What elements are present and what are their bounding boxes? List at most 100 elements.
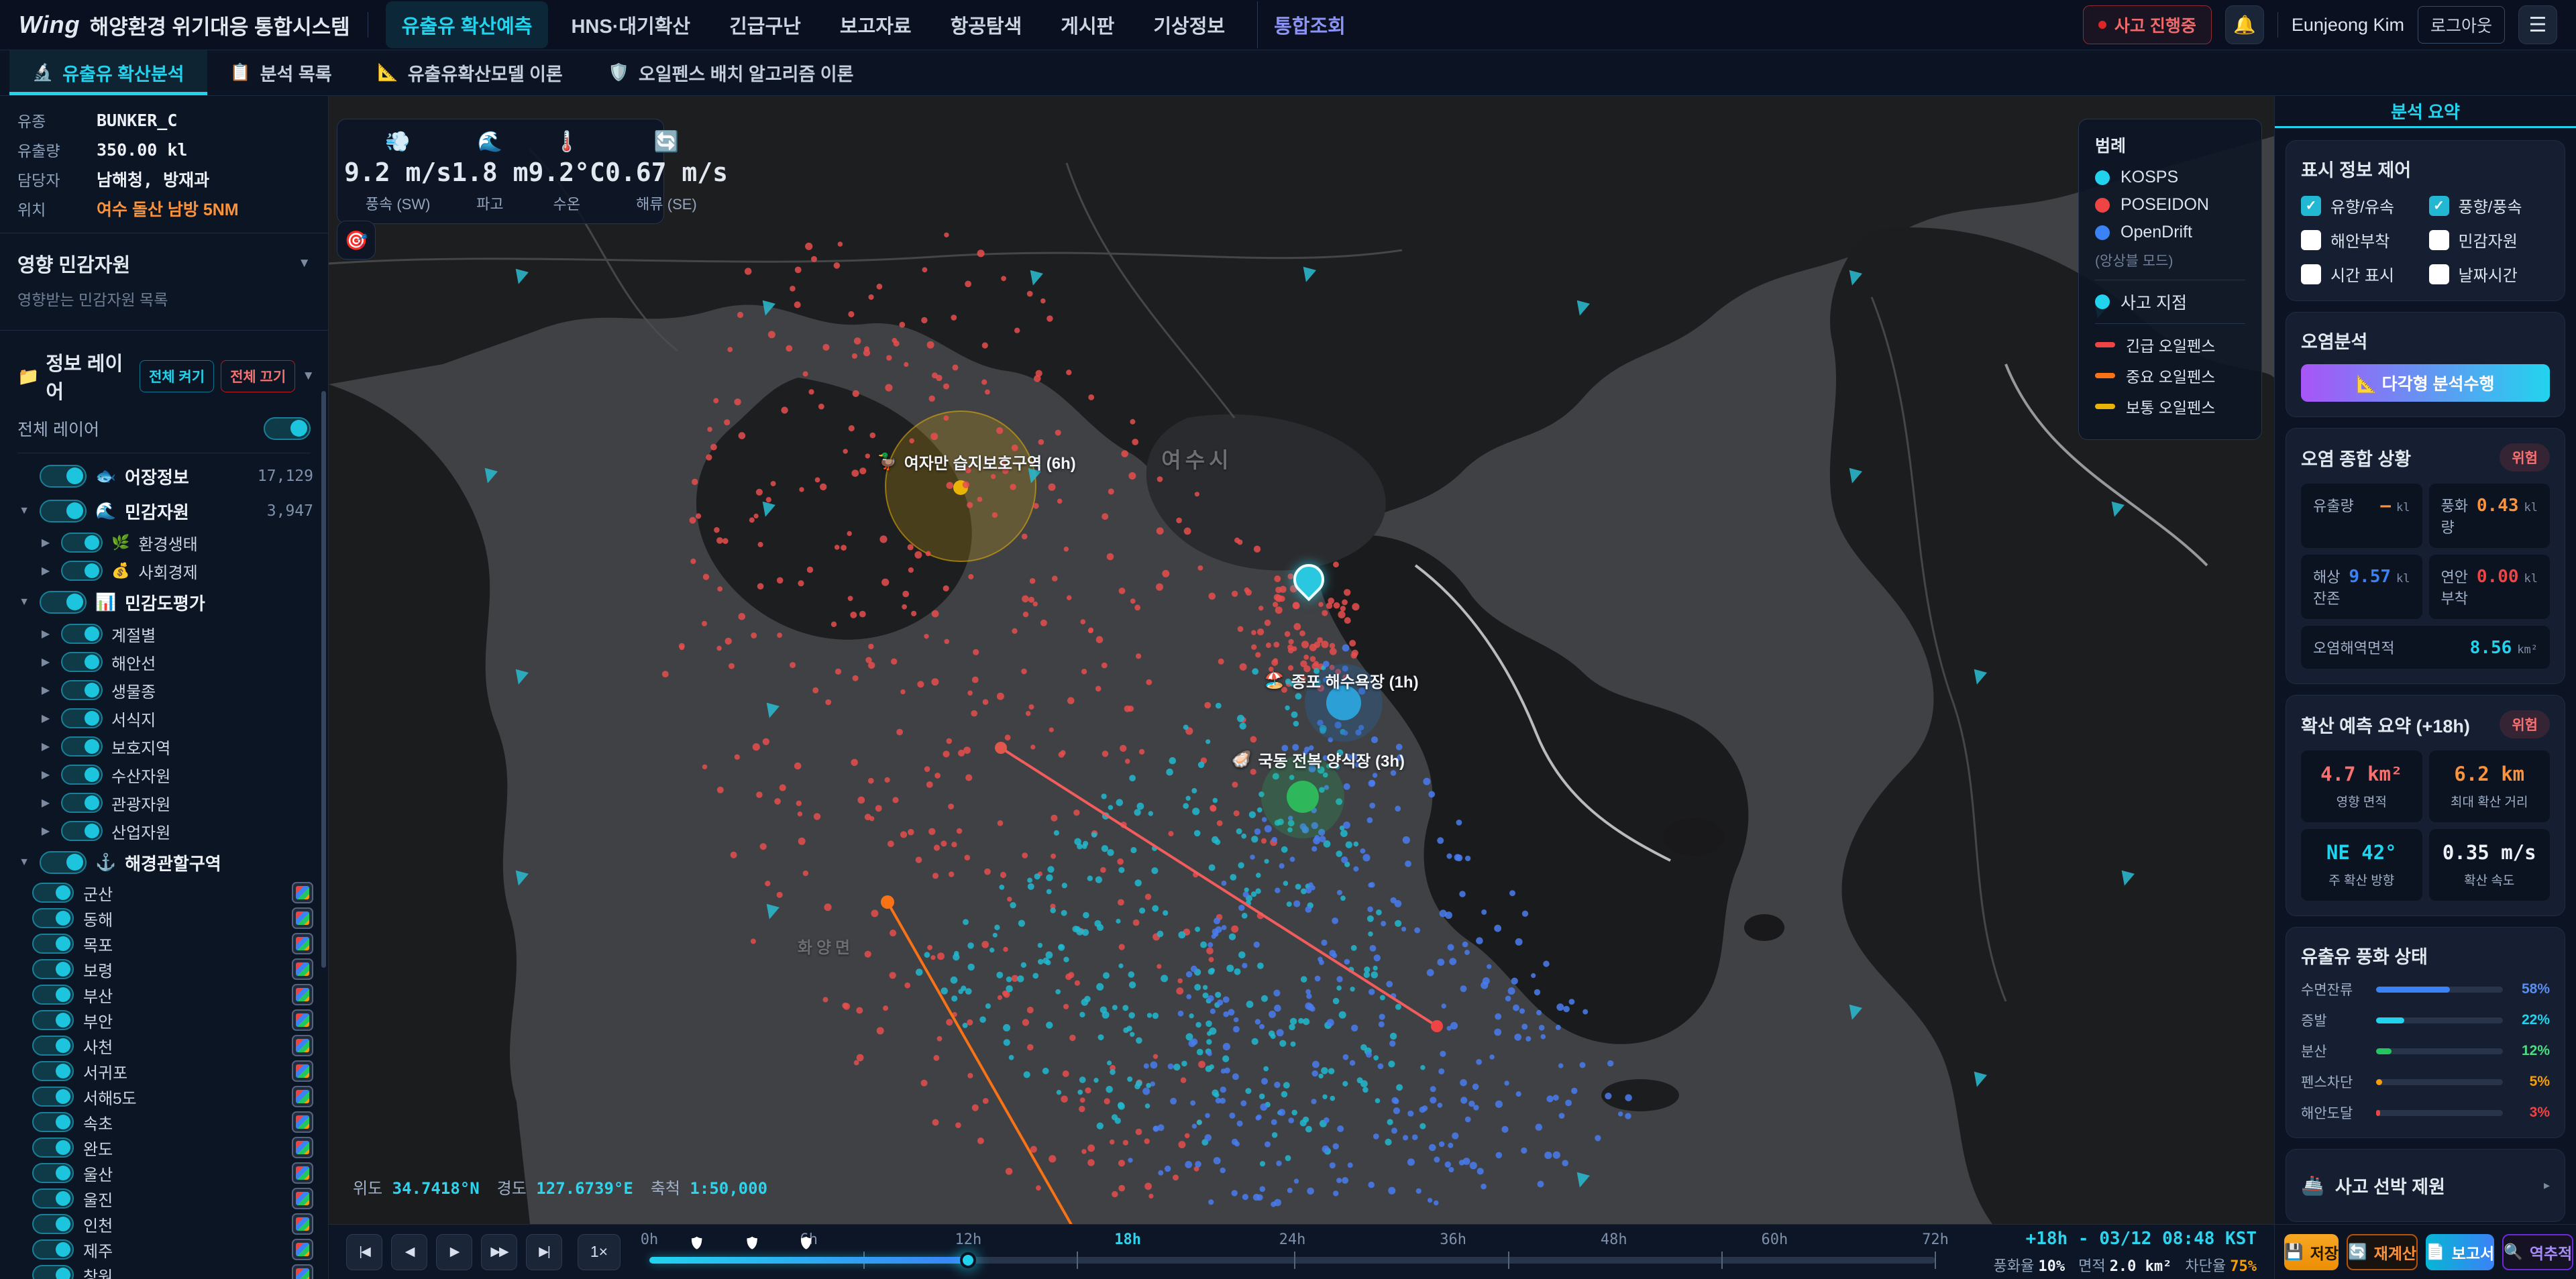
station-style-button[interactable] <box>292 984 313 1005</box>
layer-child-2-5[interactable]: ▶수산자원 <box>9 761 313 789</box>
layer-child-2-4[interactable]: ▶보호지역 <box>9 732 313 761</box>
layer-group-1[interactable]: ▼🌊민감자원3,947 <box>9 494 313 529</box>
nav-tab-5[interactable]: 게시판 <box>1044 1 1130 48</box>
nav-tab-4[interactable]: 항공탐색 <box>934 1 1038 48</box>
sensitive-resources-section[interactable]: 영향 민감자원 ▼ <box>0 243 328 284</box>
layer-child-2-3[interactable]: ▶서식지 <box>9 704 313 732</box>
playback-button-3[interactable]: ▶▶ <box>481 1234 517 1270</box>
nav-tab-0[interactable]: 유출유 확산예측 <box>386 1 549 48</box>
playback-button-2[interactable]: ▶ <box>436 1234 472 1270</box>
layer-child-1-1[interactable]: ▶💰사회경제 <box>9 557 313 585</box>
all-layers-off-button[interactable]: 전체 끄기 <box>221 360 295 392</box>
station-toggle[interactable] <box>32 908 74 928</box>
layer-toggle[interactable] <box>61 624 103 644</box>
layer-child-2-0[interactable]: ▶계절별 <box>9 620 313 648</box>
timeline-thumb[interactable] <box>960 1252 976 1268</box>
timeline-slider[interactable]: 0h6h12h18h24h36h48h60h72h🛡️🛡️🛡️ <box>649 1225 1935 1279</box>
action-save-button[interactable]: 💾저장 <box>2284 1234 2339 1270</box>
menu-button[interactable]: ☰ <box>2518 5 2557 44</box>
map-area[interactable]: 💨9.2 m/s풍속 (SW)🌊1.8 m파고🌡️9.2°C수온🔄0.67 m/… <box>329 96 2274 1224</box>
nav-tab-7[interactable]: 통합조회 <box>1257 1 1362 48</box>
layer-toggle[interactable] <box>61 708 103 728</box>
station-toggle[interactable] <box>32 1137 74 1158</box>
layer-toggle[interactable] <box>40 465 87 488</box>
station-style-button[interactable] <box>292 1213 313 1235</box>
checkbox[interactable]: ✓ <box>2301 196 2321 216</box>
station-toggle[interactable] <box>32 1010 74 1030</box>
master-layer-toggle[interactable] <box>264 417 311 440</box>
layer-toggle[interactable] <box>61 652 103 672</box>
nav-tab-3[interactable]: 보고자료 <box>824 1 928 48</box>
station-toggle[interactable] <box>32 1087 74 1107</box>
station-toggle[interactable] <box>32 1112 74 1132</box>
display-check-2[interactable]: 해안부착 <box>2301 228 2422 252</box>
subtab-1[interactable]: 📋분석 목록 <box>207 50 355 95</box>
nav-tab-1[interactable]: HNS·대기확산 <box>555 1 706 48</box>
station-toggle[interactable] <box>32 883 74 903</box>
action-backtrack-button[interactable]: 🔍역추적 <box>2502 1234 2573 1270</box>
station-style-button[interactable] <box>292 933 313 954</box>
playback-button-0[interactable]: |◀ <box>346 1234 382 1270</box>
display-check-3[interactable]: 민감자원 <box>2429 228 2551 252</box>
layer-toggle[interactable] <box>61 821 103 841</box>
layer-toggle[interactable] <box>40 500 87 522</box>
layer-child-1-0[interactable]: ▶🌿환경생태 <box>9 529 313 557</box>
layer-toggle[interactable] <box>61 533 103 553</box>
station-toggle[interactable] <box>32 1214 74 1234</box>
layer-toggle[interactable] <box>40 591 87 614</box>
checkbox[interactable] <box>2301 230 2321 250</box>
display-check-1[interactable]: ✓풍향/풍속 <box>2429 194 2551 217</box>
station-style-button[interactable] <box>292 882 313 903</box>
layer-toggle[interactable] <box>61 561 103 581</box>
station-style-button[interactable] <box>292 1086 313 1107</box>
vessel-spec-card[interactable]: 🚢 사고 선박 제원 ▸ <box>2286 1149 2565 1222</box>
station-toggle[interactable] <box>32 1265 74 1279</box>
subtab-0[interactable]: 🔬유출유 확산분석 <box>9 50 207 95</box>
layer-child-2-2[interactable]: ▶생물종 <box>9 676 313 704</box>
station-style-button[interactable] <box>292 907 313 929</box>
layer-toggle[interactable] <box>40 851 87 874</box>
subtab-3[interactable]: 🛡️오일펜스 배치 알고리즘 이론 <box>586 50 877 95</box>
subtab-2[interactable]: 📐유출유확산모델 이론 <box>355 50 586 95</box>
checkbox[interactable]: ✓ <box>2429 196 2449 216</box>
station-style-button[interactable] <box>292 958 313 980</box>
station-style-button[interactable] <box>292 1188 313 1209</box>
station-style-button[interactable] <box>292 1060 313 1082</box>
all-layers-on-button[interactable]: 전체 켜기 <box>140 360 214 392</box>
station-toggle[interactable] <box>32 985 74 1005</box>
station-style-button[interactable] <box>292 1137 313 1158</box>
station-style-button[interactable] <box>292 1009 313 1031</box>
station-style-button[interactable] <box>292 1162 313 1184</box>
polygon-analysis-button[interactable]: 📐 다각형 분석수행 <box>2301 364 2550 402</box>
station-toggle[interactable] <box>32 1188 74 1209</box>
station-style-button[interactable] <box>292 1035 313 1056</box>
layer-group-2[interactable]: ▼📊민감도평가 <box>9 585 313 620</box>
action-recalc-button[interactable]: 🔄재계산 <box>2347 1234 2418 1270</box>
checkbox[interactable] <box>2301 264 2321 284</box>
sidebar-scrollbar[interactable] <box>321 391 326 968</box>
station-toggle[interactable] <box>32 959 74 979</box>
layer-toggle[interactable] <box>61 736 103 757</box>
notifications-button[interactable]: 🔔 <box>2225 5 2264 44</box>
checkbox[interactable] <box>2429 230 2449 250</box>
layer-group-0[interactable]: 🐟어장정보17,129 <box>9 459 313 494</box>
layer-toggle[interactable] <box>61 680 103 700</box>
locate-incident-button[interactable]: 🎯 <box>337 221 376 260</box>
playback-button-1[interactable]: ◀ <box>391 1234 427 1270</box>
playback-speed-button[interactable]: 1× <box>578 1234 621 1270</box>
station-toggle[interactable] <box>32 1163 74 1183</box>
nav-tab-2[interactable]: 긴급구난 <box>713 1 817 48</box>
action-report-button[interactable]: 📄보고서 <box>2426 1234 2494 1270</box>
station-toggle[interactable] <box>32 1239 74 1260</box>
station-style-button[interactable] <box>292 1264 313 1279</box>
display-check-5[interactable]: 날짜시간 <box>2429 262 2551 286</box>
display-check-0[interactable]: ✓유향/유속 <box>2301 194 2422 217</box>
layer-child-2-6[interactable]: ▶관광자원 <box>9 789 313 817</box>
layer-toggle[interactable] <box>61 793 103 813</box>
checkbox[interactable] <box>2429 264 2449 284</box>
nav-tab-6[interactable]: 기상정보 <box>1137 1 1241 48</box>
station-toggle[interactable] <box>32 1061 74 1081</box>
station-toggle[interactable] <box>32 934 74 954</box>
layer-child-2-1[interactable]: ▶해안선 <box>9 648 313 676</box>
display-check-4[interactable]: 시간 표시 <box>2301 262 2422 286</box>
